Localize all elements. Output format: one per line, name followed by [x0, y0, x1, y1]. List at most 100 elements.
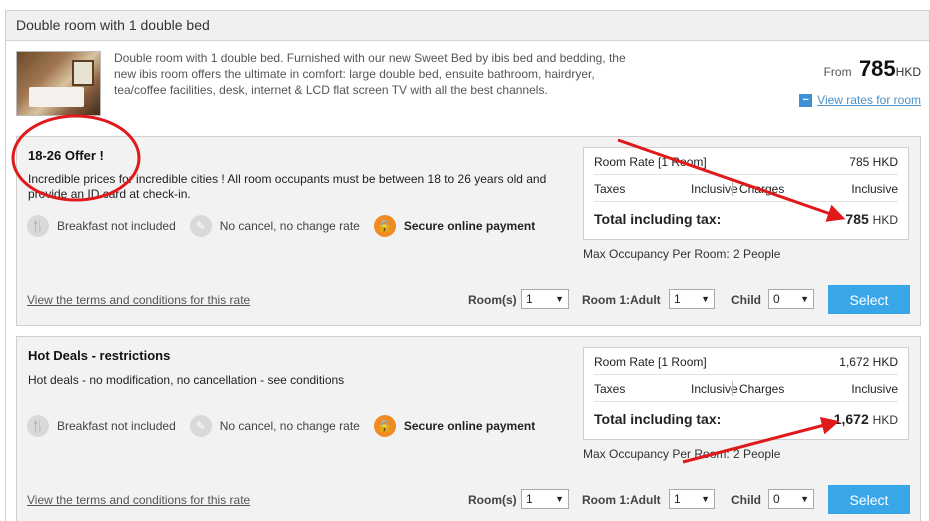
room-title: Double room with 1 double bed — [6, 11, 929, 41]
charges-label: Charges — [739, 382, 785, 396]
rooms-select-value: 1 — [526, 292, 533, 306]
taxes-label: Taxes — [594, 382, 626, 396]
taxes-divider — [732, 381, 733, 396]
from-currency: HKD — [895, 65, 921, 79]
cutlery-icon: 🍴 — [27, 215, 49, 237]
adult-label: Room 1:Adult — [582, 493, 661, 507]
feature-breakfast-label: Breakfast not included — [57, 419, 176, 433]
price-box: Room Rate [1 Room] 1,672 HKD Taxes Inclu… — [583, 347, 909, 440]
room-rate-row: Room Rate [1 Room] 785 HKD — [594, 148, 898, 175]
from-label: From — [823, 65, 852, 79]
feature-breakfast: 🍴 Breakfast not included — [27, 415, 176, 437]
total-label: Total including tax: — [594, 211, 722, 227]
taxes-row: Taxes Inclusive Charges Inclusive — [594, 375, 898, 402]
chevron-down-icon: ▼ — [800, 494, 809, 504]
max-occupancy: Max Occupancy Per Room: 2 People — [583, 447, 781, 461]
feature-secure-payment: 🔒 Secure online payment — [373, 215, 536, 237]
total-currency: HKD — [872, 413, 898, 427]
adult-select-value: 1 — [674, 292, 681, 306]
feature-breakfast: 🍴 Breakfast not included — [27, 215, 176, 237]
child-select[interactable]: 0 ▼ — [768, 289, 814, 309]
select-button[interactable]: Select — [828, 485, 910, 514]
chevron-down-icon: ▼ — [701, 294, 710, 304]
child-select[interactable]: 0 ▼ — [768, 489, 814, 509]
feature-no-cancel: ✎ No cancel, no change rate — [189, 215, 360, 237]
chevron-down-icon: ▼ — [701, 494, 710, 504]
total-label: Total including tax: — [594, 411, 722, 427]
taxes-value: Inclusive — [691, 382, 738, 396]
from-price: From 785HKD — [824, 56, 921, 82]
feature-breakfast-label: Breakfast not included — [57, 219, 176, 233]
taxes-row: Taxes Inclusive Charges Inclusive — [594, 175, 898, 202]
lock-icon: 🔒 — [373, 215, 396, 237]
room-summary: Double room with 1 double bed. Furnished… — [6, 41, 929, 131]
total-price: 785 HKD — [845, 211, 898, 227]
rooms-select-value: 1 — [526, 492, 533, 506]
rate-card-18-26-offer: 18-26 Offer ! Incredible prices for incr… — [16, 136, 921, 326]
charges-label: Charges — [739, 182, 785, 196]
minus-icon: − — [799, 93, 813, 107]
taxes-divider — [732, 181, 733, 196]
total-row: Total including tax: 785 HKD — [594, 202, 898, 236]
adult-label: Room 1:Adult — [582, 293, 661, 307]
child-select-value: 0 — [773, 492, 780, 506]
rate-features: 🍴 Breakfast not included ✎ No cancel, no… — [27, 215, 549, 237]
room-rate-value: 785 HKD — [849, 155, 898, 169]
total-price: 1,672 HKD — [834, 411, 898, 427]
from-amount: 785 — [858, 56, 896, 81]
rate-features: 🍴 Breakfast not included ✎ No cancel, no… — [27, 415, 549, 437]
feature-secure-payment: 🔒 Secure online payment — [373, 415, 536, 437]
adult-select[interactable]: 1 ▼ — [669, 489, 715, 509]
terms-link[interactable]: View the terms and conditions for this r… — [27, 493, 250, 507]
room-rate-label: Room Rate [1 Room] — [594, 355, 707, 369]
room-photo-window — [72, 60, 94, 86]
rate-title: Hot Deals - restrictions — [28, 348, 171, 363]
room-rate-label: Room Rate [1 Room] — [594, 155, 707, 169]
chevron-down-icon: ▼ — [555, 294, 564, 304]
total-amount: 785 — [845, 211, 869, 227]
select-button[interactable]: Select — [828, 285, 910, 314]
room-photo[interactable] — [16, 51, 101, 116]
terms-link[interactable]: View the terms and conditions for this r… — [27, 293, 250, 307]
rate-title: 18-26 Offer ! — [28, 148, 104, 163]
charges-value: Inclusive — [851, 182, 898, 196]
rooms-select[interactable]: 1 ▼ — [521, 489, 569, 509]
room-rate-row: Room Rate [1 Room] 1,672 HKD — [594, 348, 898, 375]
taxes-label: Taxes — [594, 182, 626, 196]
no-cancel-icon: ✎ — [189, 215, 212, 237]
rate-description: Hot deals - no modification, no cancella… — [28, 373, 345, 387]
feature-secure-payment-label: Secure online payment — [403, 219, 536, 233]
child-label: Child — [731, 493, 761, 507]
rate-description: Incredible prices for incredible cities … — [28, 172, 547, 201]
lock-icon: 🔒 — [373, 415, 396, 437]
chevron-down-icon: ▼ — [555, 494, 564, 504]
view-rates-label: View rates for room — [817, 93, 921, 107]
feature-no-cancel-label: No cancel, no change rate — [219, 419, 360, 433]
feature-no-cancel-label: No cancel, no change rate — [219, 219, 360, 233]
chevron-down-icon: ▼ — [800, 294, 809, 304]
room-panel: Double room with 1 double bed Double roo… — [5, 10, 930, 521]
rooms-label: Room(s) — [468, 493, 517, 507]
cutlery-icon: 🍴 — [27, 415, 49, 437]
feature-no-cancel: ✎ No cancel, no change rate — [189, 415, 360, 437]
rooms-label: Room(s) — [468, 293, 517, 307]
room-photo-bed — [29, 87, 84, 107]
total-currency: HKD — [872, 213, 898, 227]
no-cancel-icon: ✎ — [189, 415, 212, 437]
price-box: Room Rate [1 Room] 785 HKD Taxes Inclusi… — [583, 147, 909, 240]
charges-value: Inclusive — [851, 382, 898, 396]
total-row: Total including tax: 1,672 HKD — [594, 402, 898, 436]
total-amount: 1,672 — [833, 411, 869, 427]
taxes-value: Inclusive — [691, 182, 738, 196]
adult-select-value: 1 — [674, 492, 681, 506]
room-rate-value: 1,672 HKD — [839, 355, 898, 369]
child-label: Child — [731, 293, 761, 307]
rooms-select[interactable]: 1 ▼ — [521, 289, 569, 309]
max-occupancy: Max Occupancy Per Room: 2 People — [583, 247, 781, 261]
child-select-value: 0 — [773, 292, 780, 306]
view-rates-link[interactable]: − View rates for room — [799, 93, 921, 107]
feature-secure-payment-label: Secure online payment — [403, 419, 536, 433]
rate-card-hot-deals: Hot Deals - restrictions Hot deals - no … — [16, 336, 921, 521]
adult-select[interactable]: 1 ▼ — [669, 289, 715, 309]
room-description: Double room with 1 double bed. Furnished… — [114, 51, 626, 97]
